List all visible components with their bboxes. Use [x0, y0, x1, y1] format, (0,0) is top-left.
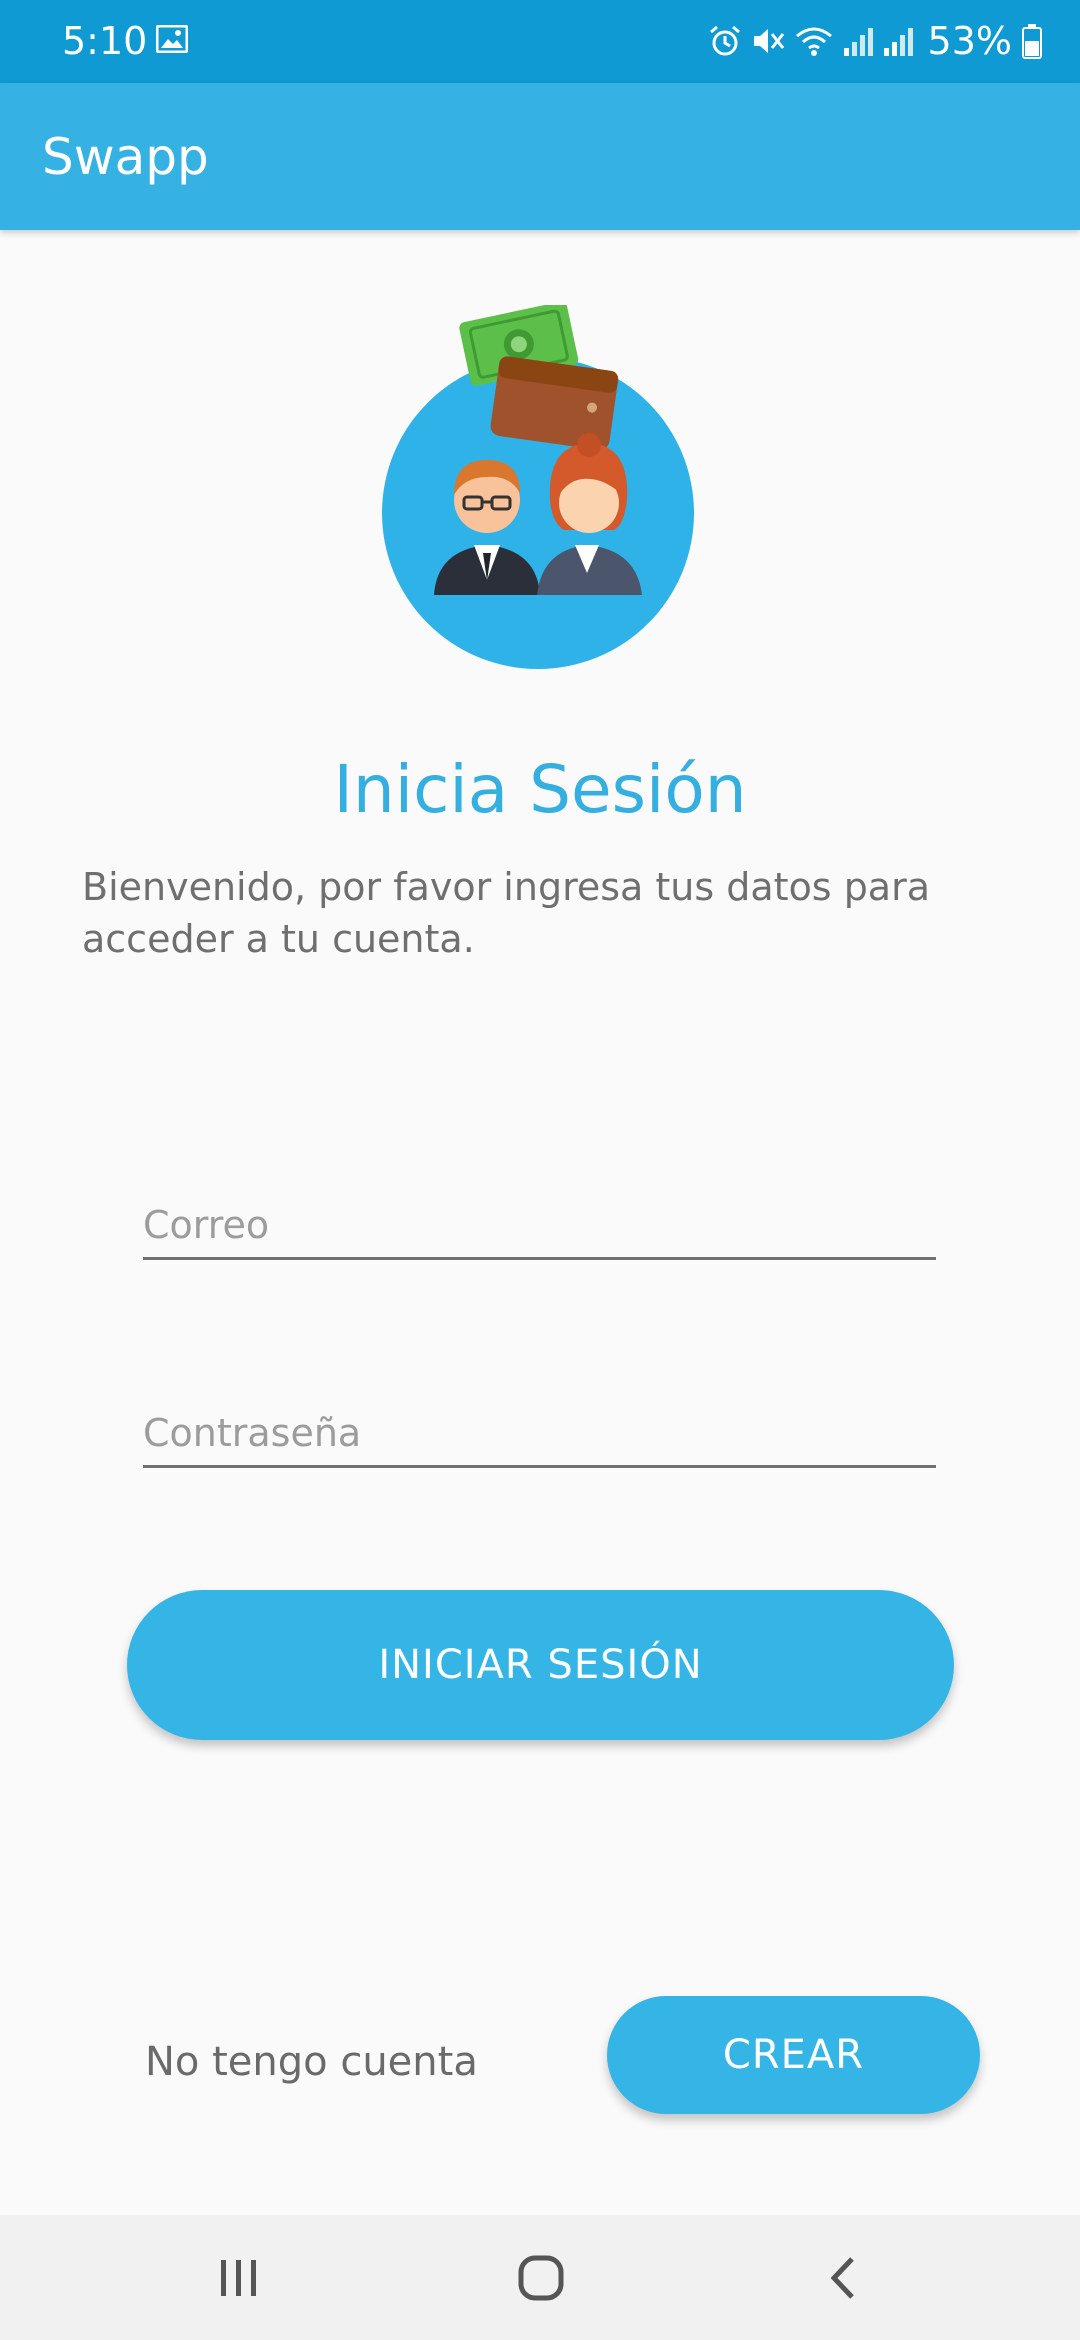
page-title: Inicia Sesión	[333, 751, 747, 828]
create-account-button[interactable]: CREAR	[607, 1996, 980, 2114]
battery-icon	[1022, 24, 1042, 59]
alarm-icon	[709, 25, 740, 56]
home-icon	[518, 2255, 564, 2301]
app-title: Swapp	[42, 128, 209, 186]
wifi-icon	[795, 27, 832, 56]
welcome-text: Bienvenido, por favor ingresa tus datos …	[82, 865, 931, 961]
recents-icon	[221, 2260, 256, 2296]
email-field-container	[143, 1197, 936, 1260]
back-button[interactable]	[798, 2243, 888, 2313]
home-button[interactable]	[496, 2243, 586, 2313]
no-account-label: No tengo cuenta	[145, 2039, 478, 2085]
password-field-container	[143, 1405, 936, 1468]
status-time: 5:10	[62, 19, 148, 63]
app-logo	[382, 305, 694, 669]
recents-button[interactable]	[194, 2243, 284, 2313]
back-icon	[830, 2257, 854, 2299]
status-bar: 5:10 53%	[0, 0, 1080, 83]
mute-icon	[753, 29, 784, 53]
signal-icon	[883, 28, 913, 56]
image-icon	[156, 25, 188, 53]
app-bar: Swapp	[0, 83, 1080, 230]
battery-percent: 53%	[927, 19, 1012, 63]
email-field[interactable]	[143, 1197, 936, 1253]
password-field[interactable]	[143, 1405, 936, 1461]
navigation-bar	[0, 2215, 1080, 2340]
login-button[interactable]: INICIAR SESIÓN	[127, 1590, 954, 1740]
signal-icon	[843, 28, 873, 56]
status-icons: 53%	[708, 18, 1050, 64]
